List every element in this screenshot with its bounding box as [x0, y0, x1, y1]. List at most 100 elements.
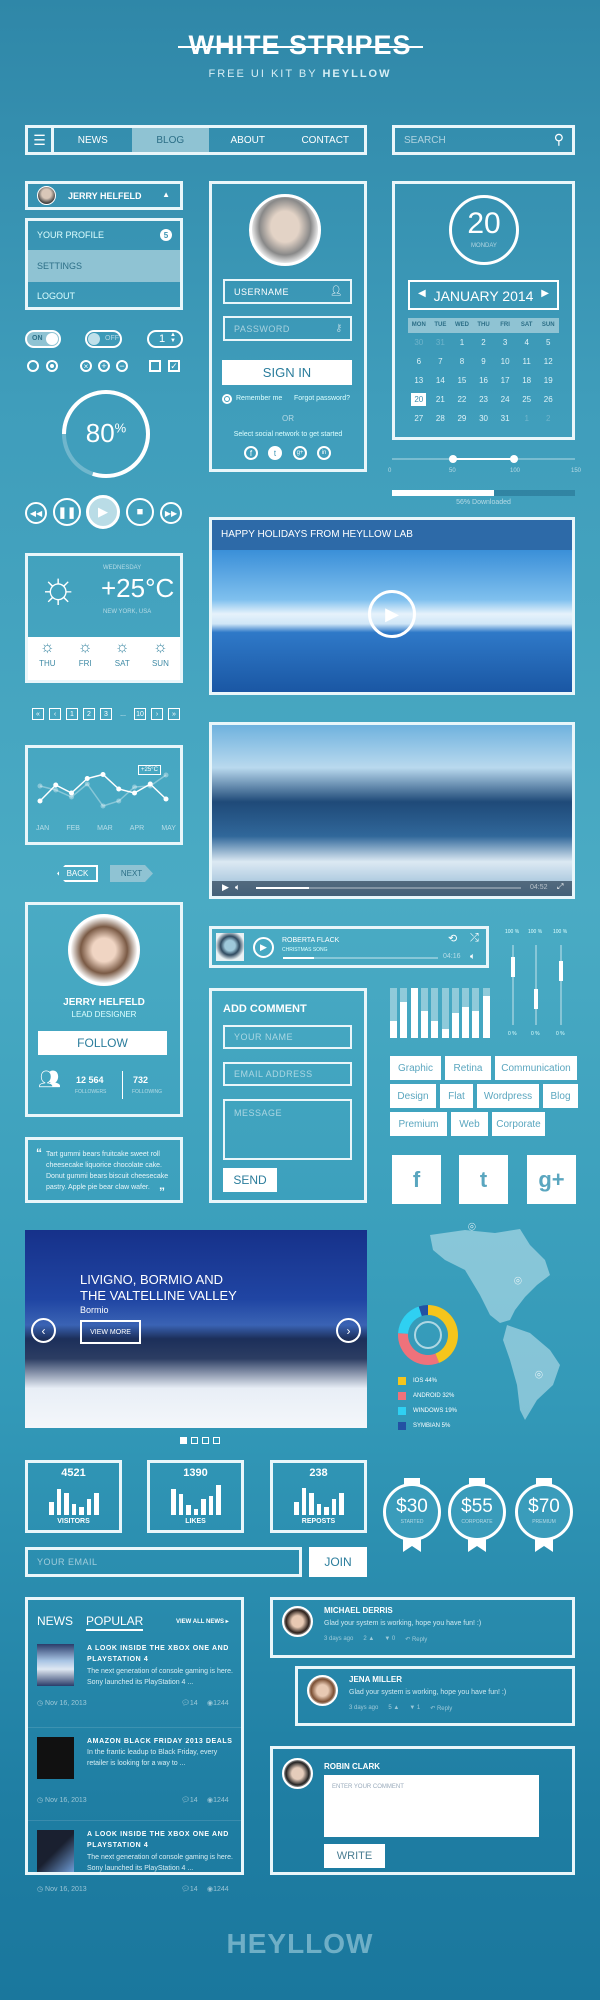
plus-circle-icon[interactable]: +	[98, 360, 110, 372]
user-dropdown[interactable]: JERRY HELFELD ▲	[25, 181, 183, 210]
price-badge-corporate[interactable]: $55 CORPORATE	[448, 1483, 506, 1541]
google-plus-icon[interactable]: g+	[293, 446, 307, 460]
series-a-point[interactable]	[163, 796, 169, 802]
calendar-day[interactable]: 30	[408, 338, 430, 347]
volume-slider[interactable]	[534, 945, 538, 1025]
calendar-day[interactable]: 15	[451, 376, 473, 385]
tag-retina[interactable]: Retina	[445, 1056, 491, 1080]
calendar-day[interactable]: 7	[430, 357, 452, 366]
series-a-point[interactable]	[132, 790, 137, 796]
calendar-day[interactable]: 27	[408, 414, 430, 423]
tag-graphic[interactable]: Graphic	[390, 1056, 441, 1080]
toggle-off[interactable]: OFF	[85, 330, 122, 348]
search-input[interactable]: SEARCH	[404, 135, 446, 146]
calendar-day[interactable]: 2	[537, 414, 559, 423]
page-button[interactable]: 2	[83, 708, 95, 720]
nav-item-about[interactable]: ABOUT	[209, 128, 287, 152]
join-button[interactable]: JOIN	[309, 1547, 367, 1577]
equalizer-bar[interactable]	[482, 988, 490, 1038]
news-comments[interactable]: 💬︎14	[181, 1885, 198, 1893]
calendar-day[interactable]: 11	[516, 357, 538, 366]
calendar-day[interactable]: 31	[430, 338, 452, 347]
calendar-day[interactable]: 10	[494, 357, 516, 366]
calendar-day[interactable]: 13	[408, 376, 430, 385]
series-b-point[interactable]	[53, 787, 59, 793]
donut-slice-android[interactable]	[398, 1333, 440, 1365]
calendar-day[interactable]: 23	[473, 395, 495, 404]
remember-me-radio[interactable]	[222, 394, 232, 404]
series-b-point[interactable]	[132, 784, 137, 790]
calendar-day[interactable]: 26	[537, 395, 559, 404]
tag-communication[interactable]: Communication	[495, 1056, 577, 1080]
equalizer-bar[interactable]	[410, 988, 418, 1038]
page-button[interactable]: 1	[66, 708, 78, 720]
tab-news[interactable]: NEWS	[37, 1614, 73, 1628]
equalizer-bar[interactable]	[400, 988, 408, 1038]
view-more-button[interactable]: VIEW MORE	[80, 1320, 141, 1344]
repeat-icon[interactable]: ⟲	[448, 932, 457, 945]
calendar-day[interactable]: 17	[494, 376, 516, 385]
page-button[interactable]: ‹	[49, 708, 61, 720]
series-b-point[interactable]	[163, 772, 169, 778]
remember-me-label[interactable]: Remember me	[236, 395, 282, 402]
series-b-point[interactable]	[116, 798, 122, 804]
tag-design[interactable]: Design	[390, 1084, 436, 1108]
newsletter-email-field[interactable]: YOUR EMAIL	[25, 1547, 302, 1577]
search-icon[interactable]: ⚲	[554, 131, 564, 148]
series-b-point[interactable]	[37, 783, 43, 789]
follow-button[interactable]: FOLLOW	[38, 1031, 167, 1055]
volume-icon[interactable]: 🔈︎	[470, 951, 475, 962]
series-a-point[interactable]	[116, 786, 122, 792]
calendar-day[interactable]: 2	[473, 338, 495, 347]
news-item[interactable]: A LOOK INSIDE THE XBOX ONE AND PLAYSTATI…	[28, 1824, 241, 1914]
stepper-arrows-icon[interactable]: ▲ ▼	[170, 332, 176, 344]
close-circle-icon[interactable]: ×	[80, 360, 92, 372]
calendar-day[interactable]: 8	[451, 357, 473, 366]
series-a-point[interactable]	[69, 790, 74, 796]
nav-item-blog[interactable]: BLOG	[131, 128, 209, 152]
linkedin-icon[interactable]: in	[317, 446, 331, 460]
facebook-tile[interactable]: f	[392, 1155, 441, 1204]
equalizer-bar[interactable]	[472, 988, 480, 1038]
nav-item-news[interactable]: NEWS	[54, 128, 132, 152]
calendar-day[interactable]: 14	[430, 376, 452, 385]
price-badge-premium[interactable]: $70 PREMIUM	[515, 1483, 573, 1541]
news-item[interactable]: AMAZON BLACK FRIDAY 2013 DEALS In the fra…	[28, 1731, 241, 1821]
volume-slider[interactable]	[559, 945, 563, 1025]
track-progress[interactable]	[283, 957, 438, 959]
stop-button[interactable]: ■	[126, 498, 154, 526]
series-b-point[interactable]	[84, 781, 90, 787]
google-plus-tile[interactable]: g+	[527, 1155, 576, 1204]
calendar-day[interactable]: 28	[430, 414, 452, 423]
page-button[interactable]: 10	[134, 708, 146, 720]
menu-item-your-profile[interactable]: YOUR PROFILE 5	[28, 221, 180, 250]
radio-checked[interactable]	[46, 360, 58, 372]
series-a-point[interactable]	[84, 776, 90, 781]
donut-slice-windows[interactable]	[398, 1306, 422, 1334]
tag-web[interactable]: Web	[451, 1112, 488, 1136]
calendar-day[interactable]: 25	[516, 395, 538, 404]
tag-blog[interactable]: Blog	[543, 1084, 578, 1108]
sign-in-button[interactable]: SIGN IN	[222, 360, 352, 385]
calendar-day[interactable]: 12	[537, 357, 559, 366]
tag-corporate[interactable]: Corporate	[492, 1112, 545, 1136]
upvote-button[interactable]: 2 ▲	[363, 1636, 374, 1643]
menu-button[interactable]: ☰	[28, 128, 54, 152]
page-button[interactable]: 3	[100, 708, 112, 720]
equalizer-bar[interactable]	[441, 988, 449, 1038]
calendar-day[interactable]: 5	[537, 338, 559, 347]
calendar-day[interactable]: 31	[494, 414, 516, 423]
email-field[interactable]: EMAIL ADDRESS	[223, 1062, 352, 1086]
minus-circle-icon[interactable]: −	[116, 360, 128, 372]
series-b-point[interactable]	[100, 803, 106, 809]
calendar-day-selected[interactable]: 20	[408, 393, 430, 406]
tag-flat[interactable]: Flat	[440, 1084, 473, 1108]
equalizer-bar[interactable]	[462, 988, 470, 1038]
equalizer-bar[interactable]	[390, 988, 397, 1038]
forgot-password-link[interactable]: Forgot password?	[294, 395, 350, 402]
calendar-day[interactable]: 4	[516, 338, 538, 347]
write-button[interactable]: WRITE	[324, 1844, 385, 1868]
volume-slider[interactable]	[511, 945, 515, 1025]
pause-button[interactable]: ❚❚	[53, 498, 81, 526]
series-a-point[interactable]	[100, 772, 106, 777]
